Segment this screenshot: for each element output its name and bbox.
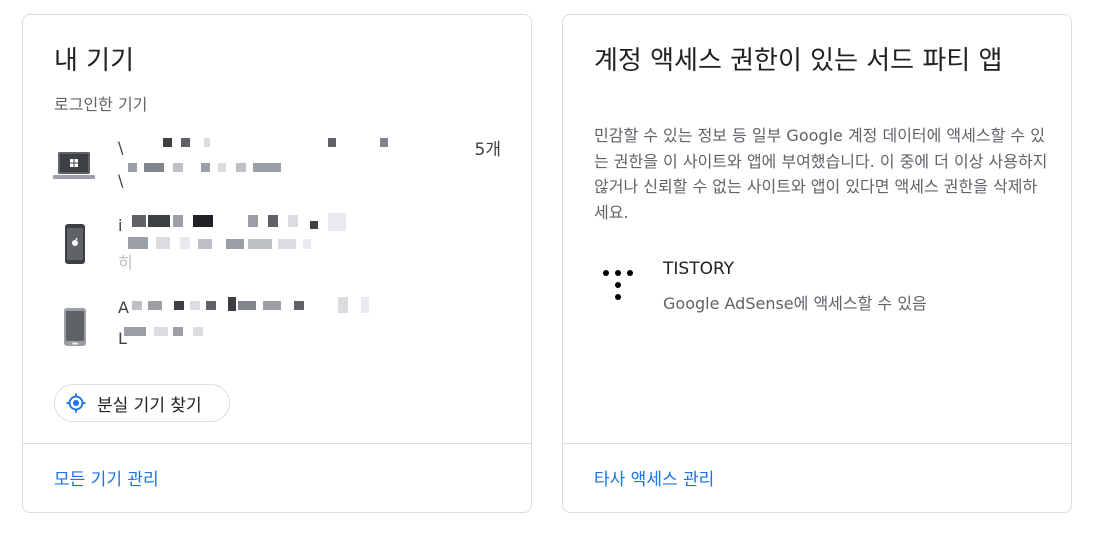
app-access-scope: Google AdSense에 액세스할 수 있음 [663, 294, 927, 313]
laptop-icon [53, 152, 95, 179]
my-devices-subtitle: 로그인한 기기 [54, 95, 148, 114]
redacted-line [118, 321, 418, 343]
manage-all-devices-link[interactable]: 모든 기기 관리 [54, 465, 159, 490]
redacted-line [118, 135, 418, 157]
device-item-android[interactable]: A L [53, 295, 513, 359]
tistory-logo-icon [603, 270, 633, 300]
manage-third-party-access-link[interactable]: 타사 액세스 관리 [594, 465, 714, 490]
card-divider [563, 443, 1071, 444]
redacted-line [118, 161, 418, 183]
third-party-apps-card: 계정 액세스 권한이 있는 서드 파티 앱 민감할 수 있는 정보 등 일부 G… [562, 14, 1072, 513]
redacted-line [118, 235, 418, 257]
app-item-tistory[interactable]: TISTORY Google AdSense에 액세스할 수 있음 [594, 255, 1034, 315]
locate-icon [66, 393, 86, 413]
device-info-redacted: i 히 [118, 213, 458, 277]
app-name: TISTORY [663, 259, 735, 279]
device-info-redacted: \ \ [118, 135, 458, 199]
redacted-line [118, 295, 418, 317]
iphone-icon [65, 224, 85, 264]
android-phone-icon [64, 308, 86, 346]
third-party-description: 민감할 수 있는 정보 등 일부 Google 계정 데이터에 액세스할 수 있… [594, 126, 1048, 222]
find-lost-device-label: 분실 기기 찾기 [97, 395, 202, 416]
redacted-line [118, 213, 418, 235]
device-item-laptop[interactable]: \ \ [53, 135, 513, 199]
find-lost-device-button[interactable]: 분실 기기 찾기 [54, 384, 230, 422]
my-devices-title: 내 기기 [54, 46, 135, 76]
card-divider [23, 443, 531, 444]
my-devices-card: 내 기기 로그인한 기기 5개 \ \ i 히 A L 분실 기기 찾기 모든 … [22, 14, 532, 513]
device-item-iphone[interactable]: i 히 [53, 213, 513, 277]
device-info-redacted: A L [118, 295, 458, 359]
third-party-title: 계정 액세스 권한이 있는 서드 파티 앱 [594, 46, 1003, 76]
